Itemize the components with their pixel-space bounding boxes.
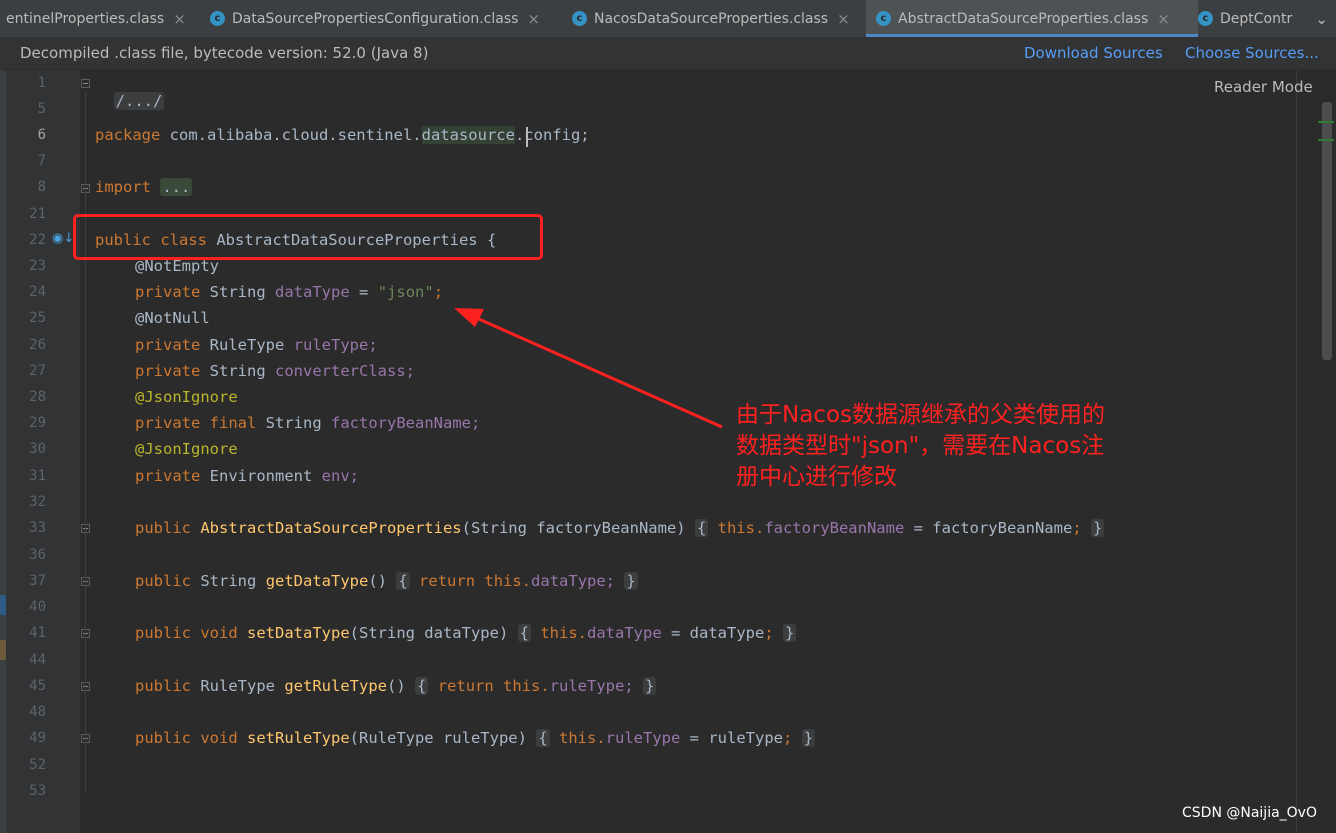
watermark: CSDN @Naijia_OvO bbox=[1182, 805, 1317, 821]
arrow-line bbox=[471, 314, 723, 429]
annotation-line: 数据类型时"json"，需要在Nacos注 bbox=[736, 433, 1105, 459]
annotation-line: 由于Nacos数据源继承的父类使用的 bbox=[736, 402, 1105, 428]
arrow-head bbox=[454, 308, 484, 327]
annotation-line: 册中心进行修改 bbox=[736, 464, 897, 490]
annotation-note: 由于Nacos数据源继承的父类使用的 数据类型时"json"，需要在Nacos注… bbox=[736, 400, 1156, 493]
